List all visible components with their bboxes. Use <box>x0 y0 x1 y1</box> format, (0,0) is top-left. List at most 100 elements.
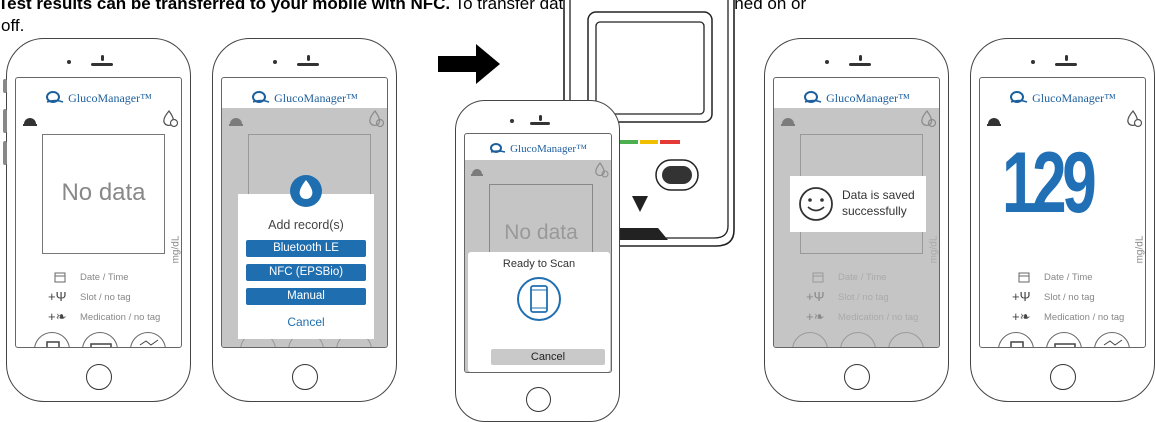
add-drop-icon <box>369 110 385 128</box>
screen: GlucoManager™ No data mg/dL Date / Time … <box>15 77 182 348</box>
caption-line2: off. <box>1 16 25 35</box>
saved-toast: Data is saved successfully <box>790 176 926 232</box>
nfc-button[interactable]: NFC (EPSBio) <box>246 264 366 281</box>
chart-icon <box>139 339 159 346</box>
document-icon <box>1010 341 1024 347</box>
speaker <box>91 63 113 66</box>
logo-icon <box>1009 90 1029 108</box>
home-button[interactable] <box>844 364 870 390</box>
drop-badge-icon <box>290 175 322 207</box>
calendar-icon <box>812 272 824 283</box>
logo-icon <box>803 90 823 108</box>
home-button[interactable] <box>1050 364 1076 390</box>
meter-icon[interactable] <box>22 112 38 126</box>
app-home-result: GlucoManager™ 129 mg/dL Date / Time +Ψ S… <box>980 78 1145 347</box>
app-logo: GlucoManager™ <box>465 142 611 157</box>
speaker-mark <box>1065 55 1068 61</box>
app-logo: GlucoManager™ <box>16 90 181 108</box>
meter-icon[interactable] <box>986 112 1002 126</box>
logo-icon <box>45 90 65 108</box>
home-button[interactable] <box>526 387 551 412</box>
unit-label: mg/dL <box>928 235 940 264</box>
meter-icon <box>229 118 243 126</box>
ready-to-scan-sheet: Ready to Scan Cancel <box>468 252 610 372</box>
slot-label: Slot / no tag <box>80 292 131 303</box>
speaker <box>1055 63 1077 66</box>
glucose-reading: 129 <box>1002 135 1097 231</box>
phone-2: GlucoManager™ Add record(s) Bluetooth LE… <box>212 38 397 402</box>
calendar-icon <box>54 272 66 283</box>
camera <box>67 60 71 64</box>
app-logo: GlucoManager™ <box>222 90 387 108</box>
add-drop-icon[interactable] <box>161 110 179 128</box>
app-name: GlucoManager™ <box>1032 90 1116 105</box>
right-arrow-icon <box>438 44 500 84</box>
camera <box>510 119 514 123</box>
records-button[interactable] <box>34 332 70 347</box>
medication-label: Medication / no tag <box>1044 312 1125 323</box>
slot-label: Slot / no tag <box>1044 292 1095 303</box>
bluetooth-le-button[interactable]: Bluetooth LE <box>246 240 366 257</box>
manual-button[interactable]: Manual <box>246 288 366 305</box>
pill-icon: +❧ <box>48 309 67 324</box>
phone-5: GlucoManager™ 129 mg/dL Date / Time +Ψ S… <box>970 38 1155 402</box>
add-drop-icon <box>921 110 937 128</box>
smiley-icon <box>799 187 833 221</box>
scan-cancel-button[interactable]: Cancel <box>491 349 605 365</box>
saved-line1: Data is saved <box>842 188 915 202</box>
app-home-dimmed: GlucoManager™ Add record(s) Bluetooth LE… <box>222 78 387 347</box>
medication-label: Medication / no tag <box>80 312 161 323</box>
speaker-mark <box>859 55 862 61</box>
add-drop-icon <box>595 162 609 178</box>
date-time-label: Date / Time <box>838 272 887 283</box>
home-button[interactable] <box>292 364 318 390</box>
side-button <box>3 79 7 93</box>
pill-icon: +❧ <box>1012 309 1031 324</box>
add-drop-icon[interactable] <box>1125 110 1143 128</box>
calendar-icon <box>1054 343 1076 347</box>
app-home-saved: GlucoManager™ mg/dL Date / Time +Ψ Slot … <box>774 78 939 347</box>
add-record-dialog: Add record(s) Bluetooth LE NFC (EPSBio) … <box>238 175 374 339</box>
phone-3: GlucoManager™ No data Ready to Scan Canc… <box>455 100 620 422</box>
stats-button[interactable] <box>1094 332 1130 347</box>
cancel-button[interactable]: Cancel <box>238 315 374 329</box>
date-time-label: Date / Time <box>80 272 129 283</box>
caption-bold: Test results can be transferred to your … <box>0 0 451 13</box>
records-button[interactable] <box>998 332 1034 347</box>
app-logo: GlucoManager™ <box>980 90 1145 108</box>
side-button <box>3 109 7 133</box>
app-name: GlucoManager™ <box>68 90 152 105</box>
home-button[interactable] <box>86 364 112 390</box>
app-home-scan: GlucoManager™ No data Ready to Scan Canc… <box>465 134 611 372</box>
meter-icon <box>471 169 483 176</box>
speaker <box>297 63 319 66</box>
reading-box: No data <box>42 134 165 254</box>
side-button <box>3 141 7 165</box>
calendar-icon <box>1018 272 1030 283</box>
fork-knife-icon: +Ψ <box>1012 289 1031 304</box>
phone-1: GlucoManager™ No data mg/dL Date / Time … <box>3 38 191 402</box>
speaker <box>849 63 871 66</box>
calendar-button[interactable] <box>82 332 118 347</box>
app-home-empty: GlucoManager™ No data mg/dL Date / Time … <box>16 78 181 347</box>
stats-button[interactable] <box>130 332 166 347</box>
camera <box>273 60 277 64</box>
app-name: GlucoManager™ <box>510 143 587 156</box>
logo-icon <box>489 142 507 157</box>
screen: GlucoManager™ mg/dL Date / Time +Ψ Slot … <box>773 77 940 348</box>
no-data-label: No data <box>61 179 146 206</box>
calendar-button[interactable] <box>1046 332 1082 347</box>
pill-icon: +❧ <box>806 309 825 324</box>
unit-label: mg/dL <box>170 235 182 264</box>
unit-label: mg/dL <box>1134 235 1146 264</box>
calendar-icon <box>90 343 112 347</box>
app-logo: GlucoManager™ <box>774 90 939 108</box>
speaker-mark <box>307 55 310 61</box>
camera <box>1031 60 1035 64</box>
scan-title: Ready to Scan <box>502 258 576 270</box>
no-data-label: No data <box>504 221 578 244</box>
screen: GlucoManager™ 129 mg/dL Date / Time +Ψ S… <box>979 77 1146 348</box>
saved-line2: successfully <box>842 204 907 218</box>
meter-icon <box>781 118 795 126</box>
fork-knife-icon: +Ψ <box>48 289 67 304</box>
